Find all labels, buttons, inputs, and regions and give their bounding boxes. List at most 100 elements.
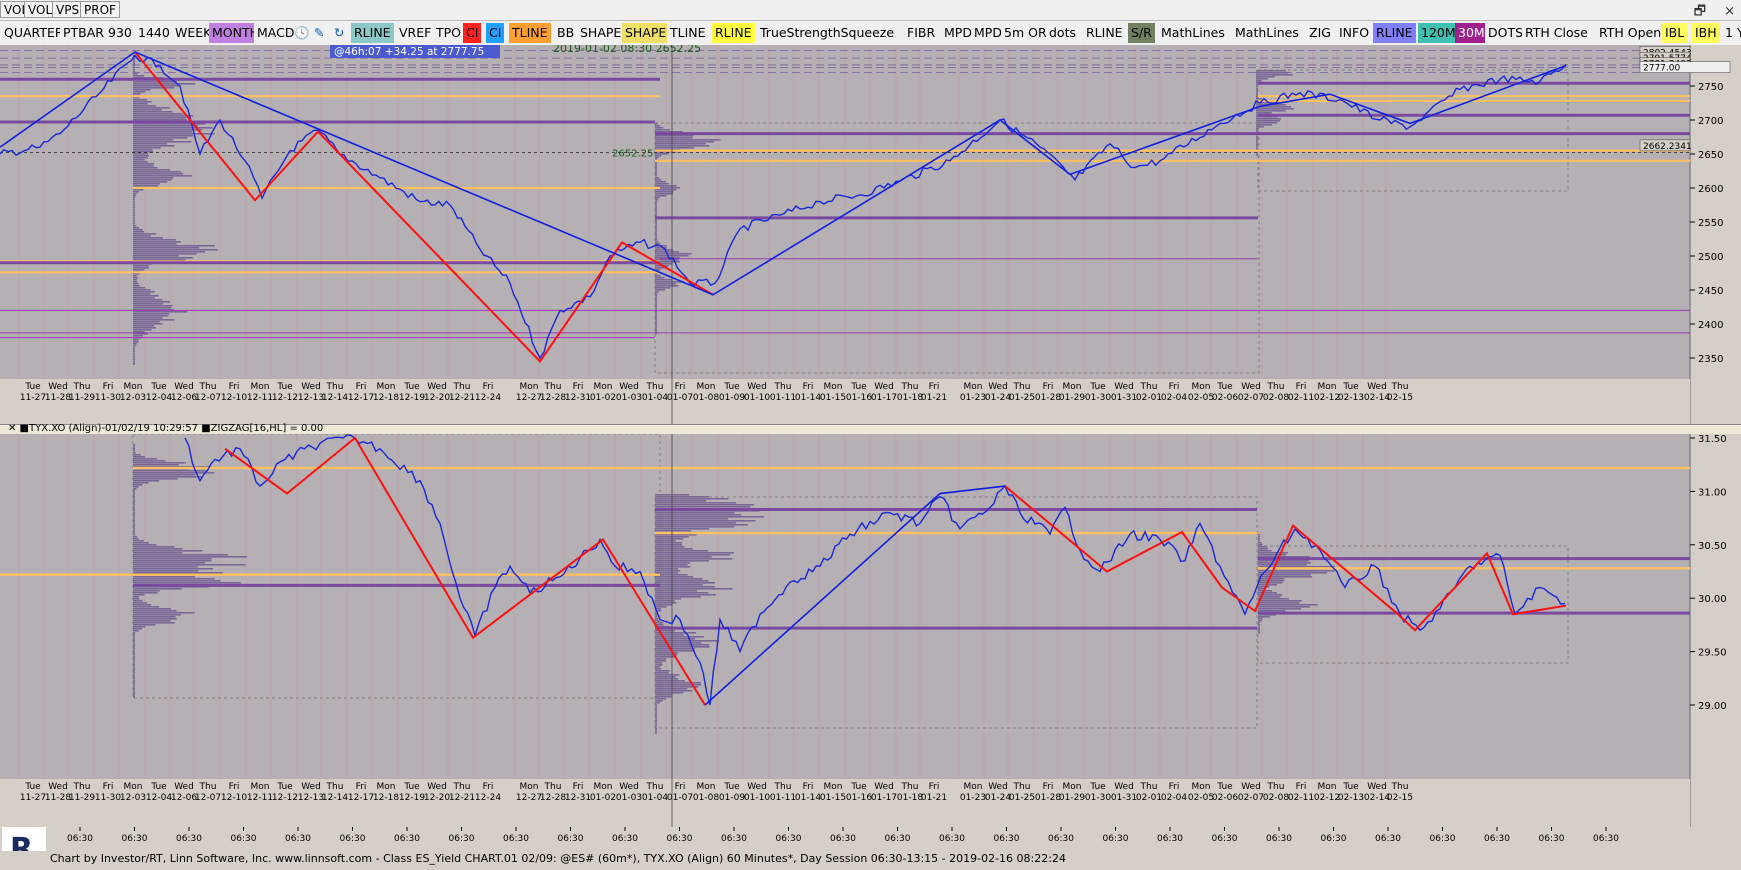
volume-profile-bar [133, 696, 135, 698]
day-label: Wed [1367, 382, 1387, 392]
volume-profile-bar [655, 307, 657, 309]
level-label: 2652.25 [612, 149, 653, 160]
volume-profile-bar [133, 73, 138, 75]
toolbar-rline-button[interactable]: RLINE [1373, 23, 1416, 43]
toolbar-mpd-button[interactable]: MPD [941, 23, 975, 43]
status-text: Chart by Investor/RT, Linn Software, Inc… [50, 852, 1066, 865]
toolbar-rline-button[interactable]: RLINE [1083, 23, 1126, 43]
es-price-chart[interactable]: Tue Wed Thu Fri Mon Tue Wed Thu Fri Mon Tue Wed Thu F… [0, 42, 1741, 424]
toolbar-bb-button[interactable]: BB [554, 23, 578, 43]
volume-profile-bar [133, 592, 158, 594]
tyx-yield-chart[interactable]: Tue Wed Thu Fri Mon Tue Wed Thu Fri Mon Tue Wed Thu F… [0, 433, 1741, 827]
toolbar-ibl-button[interactable]: IBL [1662, 23, 1688, 43]
volume-profile-bar [133, 472, 215, 474]
toolbar-tpo-button[interactable]: TPO [433, 23, 465, 43]
volume-profile-bar [133, 189, 144, 191]
volume-profile-bar [655, 538, 684, 540]
volume-profile-bar [133, 353, 135, 355]
date-label: 11-28 [45, 793, 71, 803]
toolbar-rline-button[interactable]: RLINE [351, 23, 394, 43]
toolbar-tline-button[interactable]: TLINE [509, 23, 551, 43]
date-label: 12-20 [424, 793, 450, 803]
day-label: Fri [573, 382, 584, 392]
yield-tick: 30.50 [1698, 541, 1727, 552]
toolbar-vref-button[interactable]: VREF [396, 23, 435, 43]
volume-profile-bar [655, 666, 660, 668]
volume-profile-bar [133, 193, 137, 195]
date-label: 12-31 [565, 793, 591, 803]
toolbar-info-button[interactable]: INFO [1336, 23, 1373, 43]
date-label: 01-14 [795, 393, 821, 403]
date-label: 02-13 [1338, 393, 1364, 403]
toolbar-mathlines-button[interactable]: MathLines [1232, 23, 1302, 43]
day-label: Thu [646, 382, 664, 392]
date-label: 12-31 [565, 393, 591, 403]
toolbar-week-button[interactable]: WEEK [172, 23, 215, 43]
toolbar-rline-button[interactable]: RLINE [712, 23, 755, 43]
toolbar-1440-button[interactable]: 1440 [135, 23, 173, 43]
volume-profile-bar [133, 460, 166, 462]
date-label: 02-11 [1288, 393, 1314, 403]
toolbar-quarter-button[interactable]: QUARTER [1, 23, 67, 43]
date-label: 01-31 [1111, 793, 1137, 803]
toolbar-ptbar-button[interactable]: PTBAR [60, 23, 107, 43]
date-label: 12-13 [298, 393, 324, 403]
volume-profile-bar [133, 628, 142, 630]
restore-icon[interactable]: 🗗 [1694, 4, 1706, 19]
day-label: Tue [24, 782, 41, 792]
toolbar-zig-button[interactable]: ZIG [1306, 23, 1334, 43]
volume-profile-bar [655, 285, 679, 287]
toolbar-fibr-button[interactable]: FIBR [904, 23, 939, 43]
date-label: 12-11 [247, 393, 273, 403]
volume-profile-bar [133, 598, 140, 600]
volume-profile-bar [133, 109, 162, 111]
volume-profile-bar [1258, 548, 1268, 550]
toolbar-rth-close-button[interactable]: RTH Close [1522, 23, 1591, 43]
toolbar-shape-button[interactable]: SHAPE [577, 23, 625, 43]
day-label: Fri [483, 382, 494, 392]
volume-profile-bar [133, 87, 175, 89]
toolbar-30m-button[interactable]: 30M [1455, 23, 1488, 43]
volume-profile-bar [133, 155, 150, 157]
close-icon[interactable]: × [1724, 4, 1735, 19]
volume-profile-bar [655, 680, 685, 682]
refresh-icon[interactable]: ↻ [331, 23, 347, 43]
day-label: Thu [544, 382, 562, 392]
volume-profile-bar [133, 177, 173, 179]
date-label: 12-06 [171, 793, 197, 803]
volume-profile-bar [655, 518, 729, 520]
date-label: 01-24 [985, 393, 1011, 403]
toolbar-dots-button[interactable]: dots [1046, 23, 1079, 43]
volume-profile-bar [133, 588, 182, 590]
toolbar-930-button[interactable]: 930 [105, 23, 135, 43]
toolbar-ci-button[interactable]: CI [486, 23, 505, 43]
toolbar-shape-button[interactable]: SHAPE [622, 23, 670, 43]
date-label: 01-03 [616, 393, 642, 403]
menu-vps[interactable]: VPS [52, 1, 84, 18]
toolbar-tline-button[interactable]: TLINE [667, 23, 709, 43]
pencil-icon[interactable]: ✎ [311, 23, 327, 43]
toolbar-ci-button[interactable]: CI [463, 23, 482, 43]
volume-profile-bar [133, 458, 158, 460]
time-label: 06:30 [830, 834, 856, 844]
toolbar-s-r-button[interactable]: S/R [1128, 23, 1155, 43]
toolbar-ibh-button[interactable]: IBH [1692, 23, 1720, 43]
day-label: Thu [1140, 782, 1158, 792]
day-label: Fri [1169, 782, 1180, 792]
toolbar-truestrengthsqueeze-button[interactable]: TrueStrengthSqueeze [757, 23, 898, 43]
toolbar-mpd-button[interactable]: MPD [971, 23, 1005, 43]
toolbar-mathlines-button[interactable]: MathLines [1158, 23, 1228, 43]
clock-icon[interactable]: 🕓 [291, 23, 313, 43]
volume-profile-bar [655, 580, 709, 582]
date-label: 12-13 [298, 793, 324, 803]
toolbar-120m-button[interactable]: 120M [1418, 23, 1459, 43]
toolbar-5m-or-button[interactable]: 5m OR [1001, 23, 1050, 43]
volume-profile-bar [133, 93, 141, 95]
day-label: Fri [356, 782, 367, 792]
time-label: 06:30 [1048, 834, 1074, 844]
toolbar-1-year-button[interactable]: 1 YEAR [1722, 23, 1741, 43]
toolbar-rth-open-button[interactable]: RTH Open [1596, 23, 1665, 43]
menu-prof[interactable]: PROF [80, 1, 120, 18]
date-label: 02-07 [1238, 793, 1264, 803]
toolbar-dots-button[interactable]: DOTS [1485, 23, 1527, 43]
